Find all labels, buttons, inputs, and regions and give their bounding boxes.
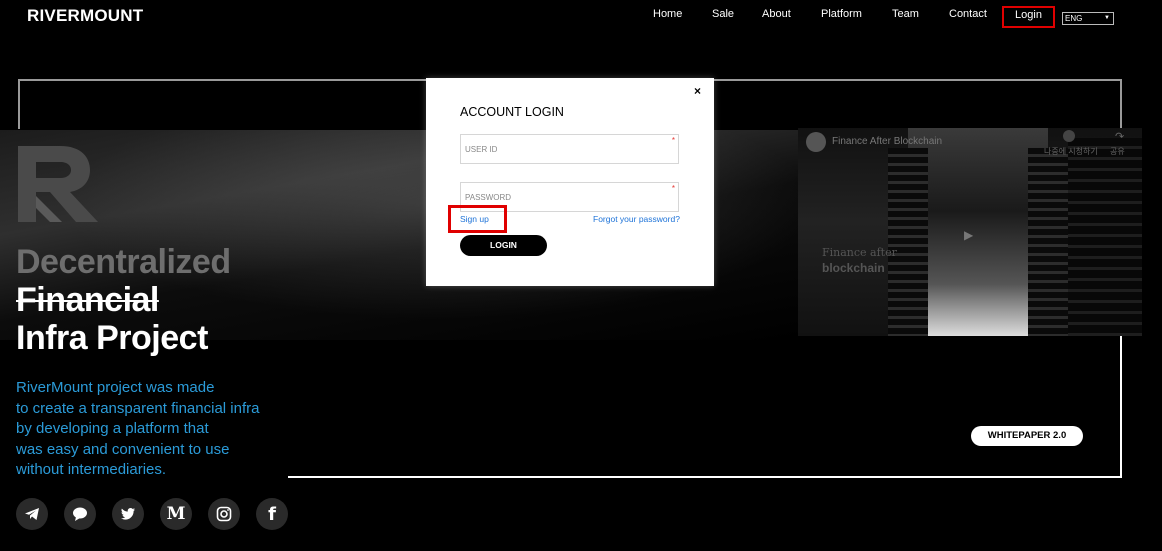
nav-login-highlight: Login: [1002, 6, 1055, 28]
video-player[interactable]: Finance After Blockchain 나중에 시청하기 ↷ 공유 ▶…: [798, 128, 1142, 336]
language-value: ENG: [1065, 14, 1083, 23]
share-icon[interactable]: ↷: [1115, 130, 1124, 143]
signup-link[interactable]: Sign up: [460, 214, 489, 224]
frame-left-line: [18, 79, 20, 129]
hero-description: RiverMount project was made to create a …: [16, 378, 259, 481]
channel-avatar[interactable]: [806, 132, 826, 152]
video-caption-line-1: Finance after: [822, 246, 897, 259]
video-rack-right: [1028, 148, 1068, 336]
hero-title-line-1: Decentralized: [16, 243, 231, 281]
user-id-input[interactable]: [461, 135, 678, 163]
chat-icon[interactable]: [64, 498, 96, 530]
login-button[interactable]: LOGIN: [460, 235, 547, 256]
user-id-field[interactable]: *: [460, 134, 679, 164]
video-rack-left: [888, 148, 928, 336]
required-mark: *: [671, 136, 675, 145]
frame-bottom-line: [288, 476, 1122, 478]
hero-title-line-3: Infra Project: [16, 319, 208, 357]
forgot-password-link[interactable]: Forgot your password?: [593, 214, 680, 224]
play-icon[interactable]: ▶: [964, 228, 973, 242]
close-icon[interactable]: ×: [694, 84, 701, 98]
hero-description-line: RiverMount project was made: [16, 379, 215, 396]
instagram-icon[interactable]: [208, 498, 240, 530]
hero-description-line: was easy and convenient to use: [16, 440, 230, 458]
watch-later-label[interactable]: 나중에 시청하기: [1044, 146, 1098, 157]
hero-description-line: to create a transparent financial infra: [16, 399, 260, 417]
facebook-icon[interactable]: f: [256, 498, 288, 530]
hero-title-line-2: Financial: [16, 281, 159, 319]
rivermount-logo-mark: [18, 146, 98, 222]
clock-icon[interactable]: [1063, 130, 1075, 142]
nav-about[interactable]: About: [762, 8, 791, 20]
medium-icon[interactable]: M: [160, 498, 192, 530]
nav-platform[interactable]: Platform: [821, 8, 862, 20]
modal-title: ACCOUNT LOGIN: [460, 105, 564, 119]
frame-right-line: [1120, 336, 1122, 478]
nav-contact[interactable]: Contact: [949, 8, 987, 20]
language-select[interactable]: ENG ▼: [1062, 12, 1114, 25]
video-corridor: [908, 128, 1048, 336]
nav-login[interactable]: Login: [1004, 9, 1053, 21]
nav-team[interactable]: Team: [892, 8, 919, 20]
facebook-glyph: f: [268, 503, 276, 525]
video-caption-line-2: blockchain: [822, 261, 885, 275]
share-label[interactable]: 공유: [1110, 146, 1125, 157]
telegram-icon[interactable]: [16, 498, 48, 530]
video-title[interactable]: Finance After Blockchain: [832, 136, 942, 147]
chevron-down-icon: ▼: [1104, 15, 1110, 21]
frame-right-top-line: [1120, 79, 1122, 129]
hero-description-line: without intermediaries.: [16, 461, 167, 478]
site-logo[interactable]: RIVERMOUNT: [27, 6, 143, 26]
medium-glyph: M: [166, 504, 186, 524]
login-modal: × ACCOUNT LOGIN * * Sign up Forgot your …: [426, 78, 714, 286]
hero-title: Decentralized Financial Infra Project: [16, 243, 231, 357]
hero-description-line: by developing a platform that: [16, 420, 209, 437]
required-mark: *: [671, 184, 675, 193]
whitepaper-button[interactable]: WHITEPAPER 2.0: [971, 426, 1083, 446]
video-rack-far: [1068, 138, 1142, 336]
nav-sale[interactable]: Sale: [712, 8, 734, 20]
nav-home[interactable]: Home: [653, 8, 682, 20]
twitter-icon[interactable]: [112, 498, 144, 530]
